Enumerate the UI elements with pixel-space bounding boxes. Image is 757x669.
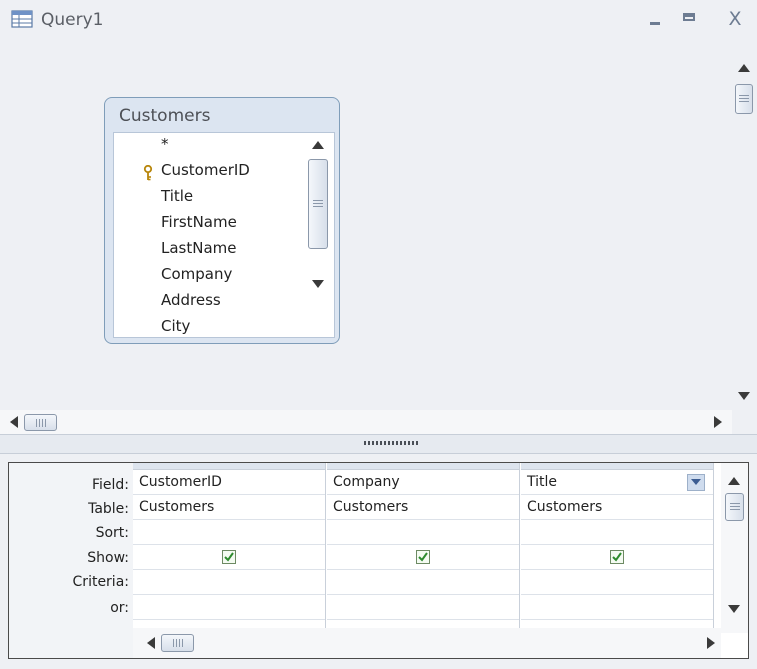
show-checkbox[interactable] [222, 550, 236, 564]
field-dropdown-button[interactable] [687, 474, 705, 491]
grid-horizontal-scrollbar[interactable] [133, 628, 721, 658]
grid-column: Title Customers [521, 463, 714, 628]
scroll-thumb[interactable] [24, 414, 57, 431]
minimize-icon [650, 22, 660, 25]
field-list-item[interactable]: LastName [161, 239, 237, 257]
maximize-button[interactable] [678, 8, 700, 30]
query-icon [11, 10, 33, 28]
checkmark-icon [418, 552, 428, 562]
show-cell [327, 545, 519, 570]
maximize-icon [683, 13, 695, 21]
title-bar: Query1 X [0, 0, 757, 38]
table-cell[interactable]: Customers [133, 495, 325, 520]
criteria-cell[interactable] [133, 570, 325, 595]
scroll-thumb[interactable] [308, 159, 328, 249]
scroll-right-icon[interactable] [714, 416, 722, 428]
design-horizontal-scrollbar[interactable] [0, 410, 732, 434]
scroll-down-icon[interactable] [312, 280, 324, 288]
row-label-sort: Sort: [95, 525, 129, 541]
field-list-item[interactable]: FirstName [161, 213, 237, 231]
minimize-button[interactable] [644, 8, 666, 30]
show-checkbox[interactable] [416, 550, 430, 564]
query-window: Query1 X Customers * CustomerID Title Fi… [0, 0, 757, 669]
key-icon [143, 165, 153, 181]
chevron-down-icon [691, 479, 701, 485]
row-labels: Field: Table: Sort: Show: Criteria: or: [9, 463, 133, 658]
scroll-thumb[interactable] [161, 634, 194, 652]
table-design-area: Customers * CustomerID Title FirstName L… [0, 38, 732, 408]
column-selector[interactable] [133, 463, 325, 470]
criteria-cell[interactable] [327, 570, 519, 595]
design-grid-area: Field: Table: Sort: Show: Criteria: or: … [0, 454, 757, 669]
scroll-down-icon[interactable] [738, 392, 750, 400]
sort-cell[interactable] [521, 520, 713, 545]
field-list-item[interactable]: Title [161, 187, 193, 205]
table-cell[interactable]: Customers [327, 495, 519, 520]
field-list-item[interactable]: * [161, 135, 169, 153]
field-cell[interactable]: CustomerID [133, 470, 325, 495]
criteria-cell[interactable] [521, 570, 713, 595]
scroll-up-icon[interactable] [728, 477, 740, 485]
grid-column: CustomerID Customers [133, 463, 326, 628]
field-list-item[interactable]: Address [161, 291, 221, 309]
or-cell[interactable] [133, 595, 325, 620]
scroll-left-icon[interactable] [10, 416, 18, 428]
sort-cell[interactable] [327, 520, 519, 545]
table-title[interactable]: Customers [119, 106, 210, 126]
close-button[interactable]: X [724, 8, 746, 30]
scroll-thumb[interactable] [735, 84, 753, 114]
show-cell [521, 545, 713, 570]
field-list: * CustomerID Title FirstName LastName Co… [113, 132, 335, 338]
checkmark-icon [224, 552, 234, 562]
design-vertical-scrollbar[interactable] [732, 58, 754, 408]
sort-cell[interactable] [133, 520, 325, 545]
customers-table-box[interactable]: Customers * CustomerID Title FirstName L… [104, 97, 340, 344]
field-list-item[interactable]: Company [161, 265, 232, 283]
scroll-thumb[interactable] [725, 493, 744, 521]
field-cell[interactable]: Title [521, 470, 713, 495]
grid-column: Company Customers [327, 463, 520, 628]
scroll-left-icon[interactable] [147, 637, 155, 649]
scroll-down-icon[interactable] [728, 605, 740, 613]
row-label-show: Show: [87, 550, 129, 566]
or-cell[interactable] [327, 595, 519, 620]
splitter-grip-icon[interactable] [364, 441, 420, 445]
pane-splitter[interactable] [0, 434, 757, 454]
field-cell[interactable]: Company [327, 470, 519, 495]
grid-vertical-scrollbar[interactable] [721, 463, 748, 633]
show-checkbox[interactable] [610, 550, 624, 564]
field-list-item[interactable]: CustomerID [161, 161, 250, 179]
column-selector[interactable] [327, 463, 519, 470]
field-list-item[interactable]: City [161, 317, 190, 335]
checkmark-icon [612, 552, 622, 562]
design-grid: Field: Table: Sort: Show: Criteria: or: … [8, 462, 749, 659]
table-cell[interactable]: Customers [521, 495, 713, 520]
row-label-criteria: Criteria: [72, 574, 129, 590]
row-label-or: or: [110, 600, 129, 616]
show-cell [133, 545, 325, 570]
field-list-scrollbar[interactable] [306, 135, 330, 335]
or-cell[interactable] [521, 595, 713, 620]
scroll-up-icon[interactable] [312, 141, 324, 149]
field-cell-value: Title [527, 474, 558, 490]
row-label-field: Field: [91, 477, 129, 493]
window-title: Query1 [41, 10, 104, 30]
scroll-right-icon[interactable] [707, 637, 715, 649]
scroll-up-icon[interactable] [738, 64, 750, 72]
row-label-table: Table: [88, 501, 129, 517]
column-selector[interactable] [521, 463, 713, 470]
